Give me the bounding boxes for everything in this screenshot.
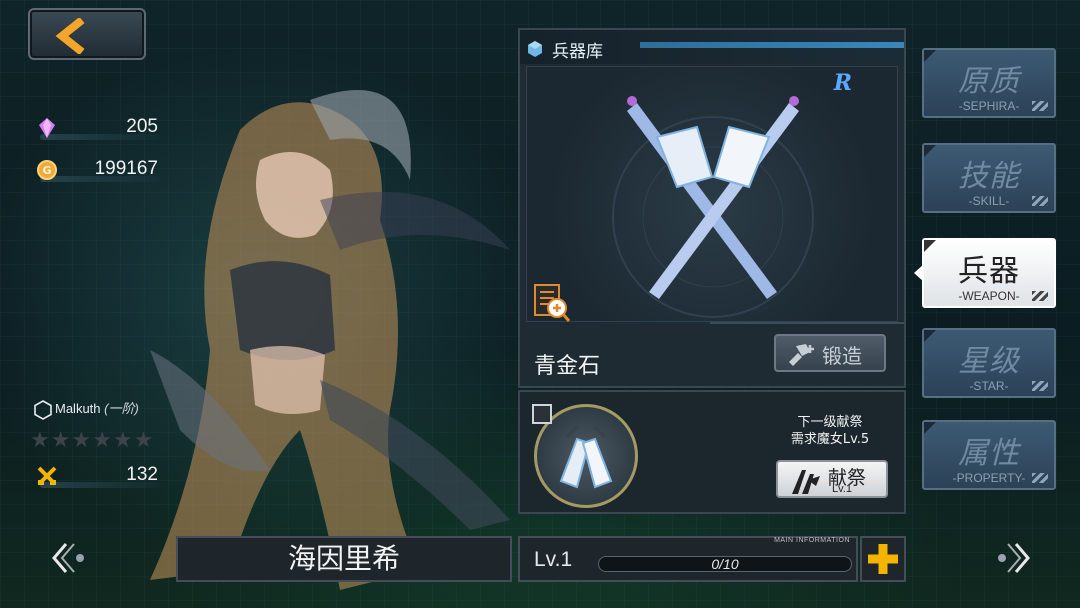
forge-label: 锻造 bbox=[822, 344, 862, 368]
crossed-swords-icon bbox=[37, 466, 57, 486]
sacrifice-icon bbox=[792, 470, 820, 494]
tab-corner bbox=[924, 240, 936, 252]
tab-label: 星级 bbox=[958, 344, 1020, 379]
requirement-line1: 下一级献祭 bbox=[797, 415, 863, 430]
back-button[interactable] bbox=[28, 8, 146, 60]
tab-stripes bbox=[1032, 291, 1048, 301]
gold-coin-icon: G bbox=[37, 160, 57, 180]
sacrifice-button[interactable]: 献祭 Lv.1 bbox=[776, 460, 888, 498]
tab-label: 原质 bbox=[958, 64, 1020, 99]
hexagon-icon bbox=[34, 399, 52, 420]
cube-icon bbox=[528, 41, 542, 57]
tab-stripes bbox=[1032, 381, 1048, 391]
tab-label: 属性 bbox=[958, 436, 1020, 471]
tab-property[interactable]: 属性 -PROPERTY- bbox=[922, 420, 1056, 490]
experience-text: 0/10 bbox=[711, 556, 739, 572]
main-information-caption: MAIN INFORMATION bbox=[774, 537, 850, 544]
star-icon: ★ bbox=[92, 428, 112, 453]
expand-corner-icon bbox=[532, 404, 552, 424]
tab-sephira[interactable]: 原质 -SEPHIRA- bbox=[922, 48, 1056, 118]
add-exp-button[interactable] bbox=[860, 536, 906, 582]
tab-stripes bbox=[1032, 473, 1048, 483]
character-name-box: 海因里希 bbox=[176, 536, 512, 582]
requirement-line2: 需求魔女Lv.5 bbox=[790, 432, 870, 447]
weapon-name: 青金石 bbox=[534, 354, 601, 379]
level-box: Lv.1 MAIN INFORMATION 0/10 bbox=[518, 536, 858, 582]
tab-stripes bbox=[1032, 101, 1048, 111]
experience-bar: 0/10 bbox=[598, 556, 852, 572]
weapon-display bbox=[526, 66, 898, 322]
star-icon: ★ bbox=[71, 428, 92, 453]
tab-label: 兵器 bbox=[958, 254, 1020, 289]
star-icon: ★ bbox=[112, 428, 133, 453]
tab-star[interactable]: 星级 -STAR- bbox=[922, 328, 1056, 398]
sacrifice-panel: 下一级献祭 需求魔女Lv.5 献祭 Lv.1 bbox=[518, 390, 906, 514]
tab-corner bbox=[924, 50, 936, 62]
tab-corner bbox=[924, 145, 936, 157]
character-level: Lv.1 bbox=[534, 548, 573, 571]
back-arrow-icon bbox=[55, 18, 85, 54]
sacrifice-requirement: 下一级献祭 需求魔女Lv.5 bbox=[772, 414, 888, 448]
tab-corner bbox=[924, 330, 936, 342]
star-icon: ★ bbox=[30, 428, 50, 453]
power-counter: 132 bbox=[30, 464, 160, 490]
tab-weapon[interactable]: 兵器 -WEAPON- bbox=[922, 238, 1056, 308]
svg-text:G: G bbox=[42, 164, 51, 177]
weapon-library-panel: 兵器库 R 青金石 锻造 bbox=[518, 28, 906, 388]
rarity-badge: R bbox=[833, 70, 852, 96]
weapon-detail-icon[interactable] bbox=[532, 282, 572, 324]
forge-button[interactable]: 锻造 bbox=[774, 334, 886, 372]
power-value: 132 bbox=[126, 464, 158, 485]
previous-character-arrow-icon[interactable] bbox=[48, 538, 98, 578]
star-icon: ★ bbox=[133, 428, 154, 453]
panel-title: 兵器库 bbox=[552, 42, 603, 62]
tab-label: 技能 bbox=[958, 159, 1020, 194]
character-name: 海因里希 bbox=[287, 542, 400, 575]
weapon-image bbox=[612, 96, 814, 318]
rank-tier: (一阶) bbox=[104, 401, 139, 416]
tab-skill[interactable]: 技能 -SKILL- bbox=[922, 143, 1056, 213]
crystal-icon bbox=[39, 118, 55, 138]
next-character-arrow-icon[interactable] bbox=[984, 538, 1034, 578]
gold-value: 199167 bbox=[94, 158, 158, 179]
panel-divider bbox=[710, 322, 904, 324]
crystal-value: 205 bbox=[126, 116, 158, 137]
tab-corner bbox=[924, 422, 936, 434]
star-rating: ★ ★ ★ ★ ★ ★ bbox=[30, 430, 153, 452]
tab-stripes bbox=[1032, 196, 1048, 206]
character-rank: Malkuth (一阶) bbox=[34, 398, 139, 420]
star-icon: ★ bbox=[50, 428, 71, 453]
gold-counter: G 199167 bbox=[30, 158, 160, 184]
sacrifice-level: Lv.1 bbox=[832, 483, 852, 495]
plus-icon bbox=[868, 544, 898, 574]
rank-name: Malkuth bbox=[55, 401, 101, 416]
forge-hammer-icon bbox=[789, 344, 814, 366]
crystal-counter: 205 bbox=[30, 116, 160, 142]
